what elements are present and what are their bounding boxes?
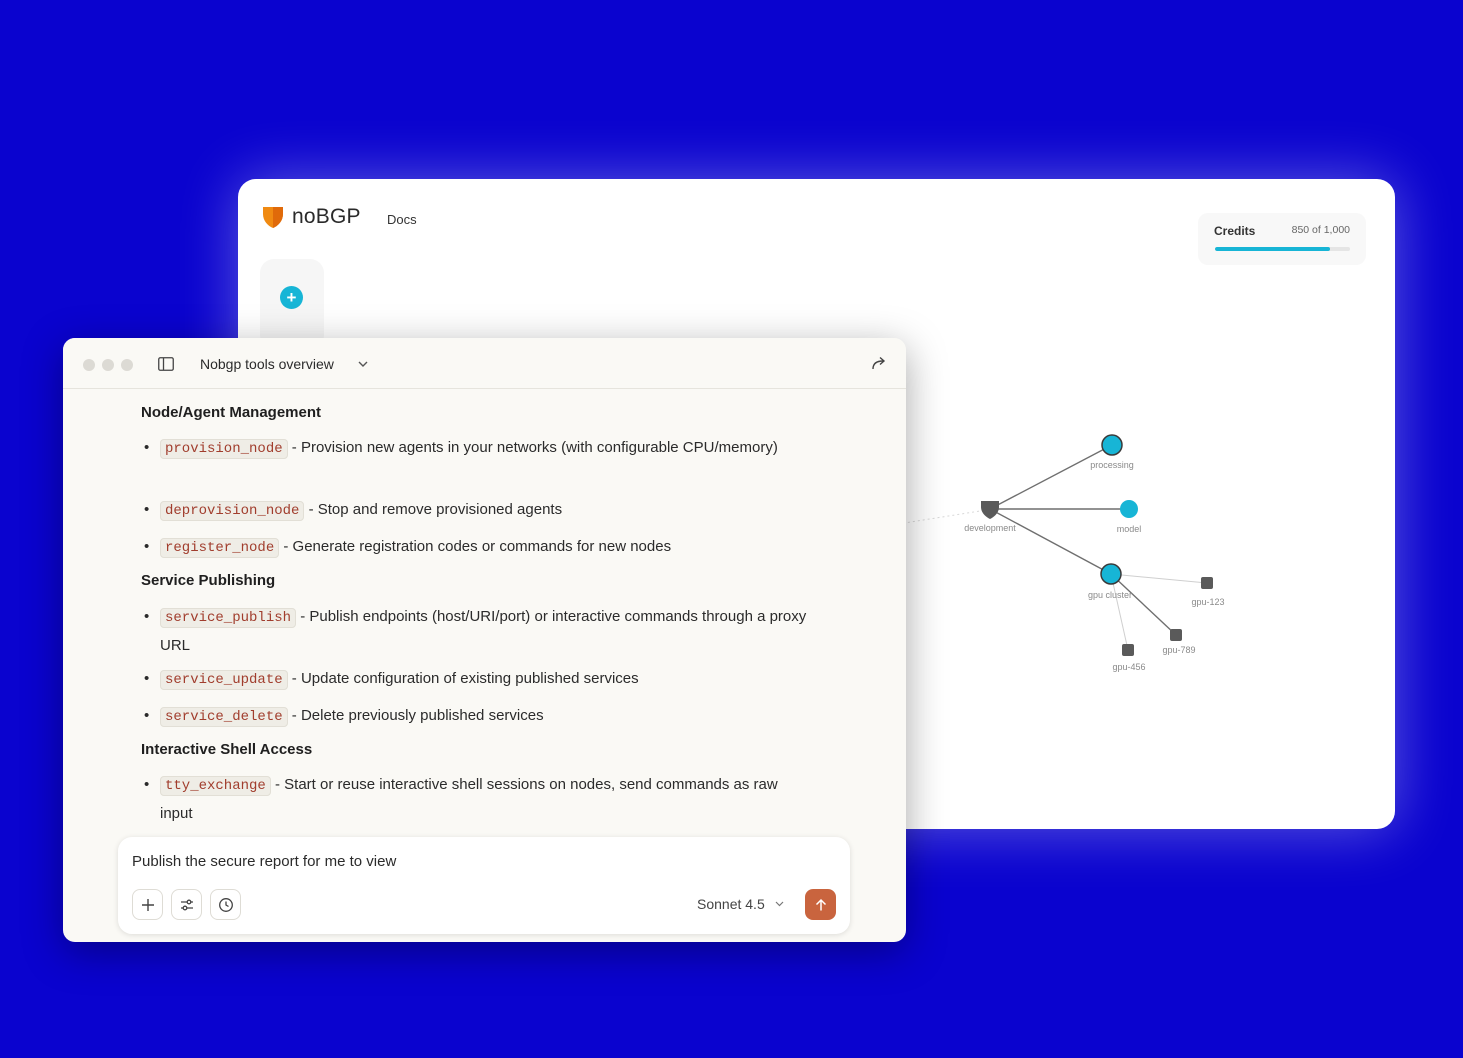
arrow-up-icon [815,898,826,910]
graph-node-gpu-cluster[interactable] [1100,563,1122,585]
graph-node-gpu-456[interactable] [1122,644,1134,656]
tool-name: service_update [160,670,288,690]
section-heading: Interactive Shell Access [141,741,313,758]
list-item: • deprovision_node - Stop and remove pro… [144,501,563,521]
section-heading: Service Publishing [141,572,276,589]
list-item: • tty_exchange - Start or reuse interact… [144,776,778,822]
tool-name: service_delete [160,707,288,727]
tool-name: deprovision_node [160,501,305,521]
list-item: • service_publish - Publish endpoints (h… [144,608,807,654]
list-item: • provision_node - Provision new agents … [144,439,778,459]
tool-name: service_publish [160,608,297,628]
tool-name: tty_exchange [160,776,271,796]
chevron-down-icon[interactable] [357,358,369,370]
chat-window: Nobgp tools overview Node/Agent Manageme… [63,338,906,942]
graph-node-label: gpu-123 [1191,597,1224,607]
clock-icon [218,897,233,912]
sliders-icon [180,899,193,910]
tool-description: - Update configuration of existing publi… [287,670,639,687]
tool-description: - Generate registration codes or command… [279,538,672,555]
model-selector[interactable]: Sonnet 4.5 [697,896,765,912]
graph-node-processing[interactable] [1101,434,1123,456]
list-item: • register_node - Generate registration … [144,538,672,558]
graph-edge [1110,573,1177,636]
message-composer: Sonnet 4.5 [118,837,850,934]
list-item: • service_update - Update configuration … [144,670,639,690]
message-input[interactable] [132,853,732,870]
graph-edge [1110,573,1129,651]
graph-node-label: development [964,523,1016,533]
share-icon[interactable] [870,354,888,372]
conversation-title[interactable]: Nobgp tools overview [200,356,334,372]
graph-node-gpu-123[interactable] [1201,577,1213,589]
plus-icon [141,898,154,911]
titlebar: Nobgp tools overview [63,338,906,389]
tool-description: - Provision new agents in your networks … [287,439,778,456]
graph-node-gpu-789[interactable] [1170,629,1182,641]
chevron-down-icon[interactable] [774,898,785,909]
send-button[interactable] [805,889,836,920]
graph-node-label: gpu-789 [1162,645,1195,655]
graph-node-model[interactable] [1120,500,1138,518]
section-heading: Node/Agent Management [141,404,322,421]
add-attachment-button[interactable] [132,889,163,920]
sidebar-toggle-icon[interactable] [158,357,174,371]
graph-edge [1110,573,1208,584]
graph-node-label: model [1117,524,1142,534]
graph-node-label: processing [1090,460,1134,470]
graph-node-label: gpu cluster [1088,590,1132,600]
graph-node-label: gpu-456 [1112,662,1145,672]
graph-node-development[interactable] [981,501,999,519]
tool-name: register_node [160,538,280,558]
graph-edge [989,444,1113,510]
history-button[interactable] [210,889,241,920]
tool-description: - Delete previously published services [287,707,544,724]
window-minimize-button[interactable] [102,359,114,371]
tool-description: - Stop and remove provisioned agents [304,501,563,518]
tools-settings-button[interactable] [171,889,202,920]
tool-name: provision_node [160,439,288,459]
window-zoom-button[interactable] [121,359,133,371]
window-close-button[interactable] [83,359,95,371]
list-item: • service_delete - Delete previously pub… [144,707,544,727]
graph-edge [989,508,1112,575]
